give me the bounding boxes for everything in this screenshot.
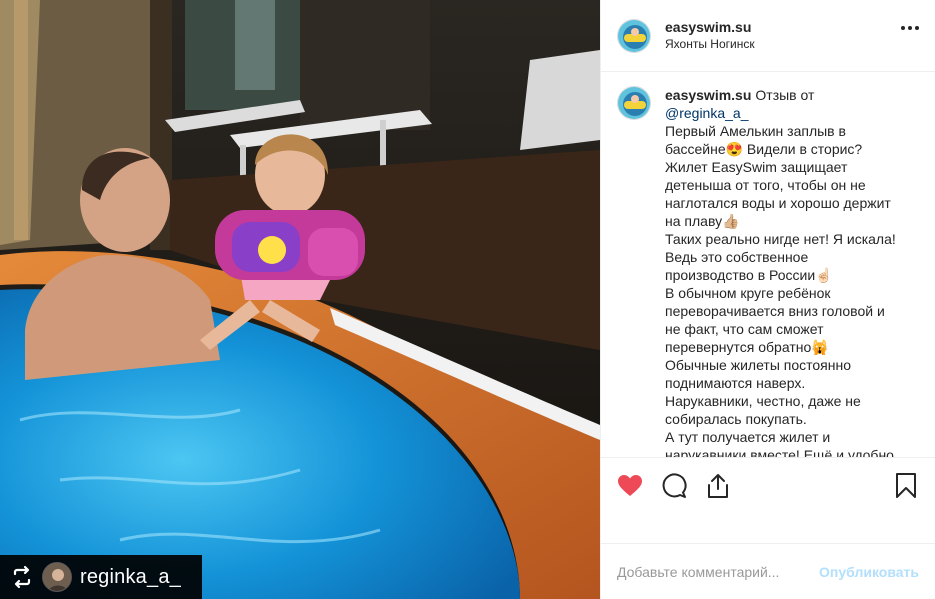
more-options-icon[interactable] xyxy=(901,26,919,30)
comment-input[interactable] xyxy=(617,563,817,580)
caption-username[interactable]: easyswim.su xyxy=(665,87,751,103)
repost-badge[interactable]: reginka_a_ xyxy=(0,555,202,599)
instagram-post: reginka_a_ easyswim.su Яхонты Ногинск ea… xyxy=(0,0,935,599)
caption-line: Таких реально нигде нет! Я искала! Ведь … xyxy=(665,231,896,283)
post-header: easyswim.su Яхонты Ногинск xyxy=(601,0,935,72)
caption-line: Жилет EasySwim защищает детеныша от того… xyxy=(665,159,891,229)
caption-line: Обычные жилеты постоянно поднимаются нав… xyxy=(665,357,852,391)
header-username[interactable]: easyswim.su xyxy=(665,19,755,36)
post-caption: easyswim.su Отзыв от @reginka_a_ Первый А… xyxy=(665,86,899,457)
post-sidebar: easyswim.su Яхонты Ногинск easyswim.su От… xyxy=(600,0,935,599)
caption-line: Нарукавники, честно, даже не собиралась … xyxy=(665,393,861,427)
likes-spacer xyxy=(601,513,935,543)
caption-line: А тут получается жилет и нарукавники вме… xyxy=(665,429,894,457)
header-location[interactable]: Яхонты Ногинск xyxy=(665,36,755,53)
comment-icon[interactable] xyxy=(657,469,691,503)
publish-button[interactable]: Опубликовать xyxy=(819,564,919,580)
caption-line: В обычном круге ребёнок переворачивается… xyxy=(665,285,885,355)
repost-username: reginka_a_ xyxy=(80,565,181,588)
repost-icon xyxy=(10,565,34,589)
profile-avatar[interactable] xyxy=(617,18,651,53)
heart-icon[interactable] xyxy=(613,469,647,503)
bookmark-icon[interactable] xyxy=(889,469,923,503)
share-icon[interactable] xyxy=(701,469,735,503)
post-actions xyxy=(601,457,935,513)
repost-user-avatar xyxy=(42,562,72,592)
add-comment-bar: Опубликовать xyxy=(601,543,935,599)
comments-area: easyswim.su Отзыв от @reginka_a_ Первый А… xyxy=(601,72,935,457)
caption-intro: Отзыв от xyxy=(755,87,815,103)
caption-mention[interactable]: @reginka_a_ xyxy=(665,105,749,121)
pool-photo-illustration xyxy=(0,0,600,599)
post-photo[interactable]: reginka_a_ xyxy=(0,0,600,599)
caption-line: Первый Амелькин заплыв в бассейне😍 Видел… xyxy=(665,123,863,157)
caption-avatar[interactable] xyxy=(617,86,651,120)
